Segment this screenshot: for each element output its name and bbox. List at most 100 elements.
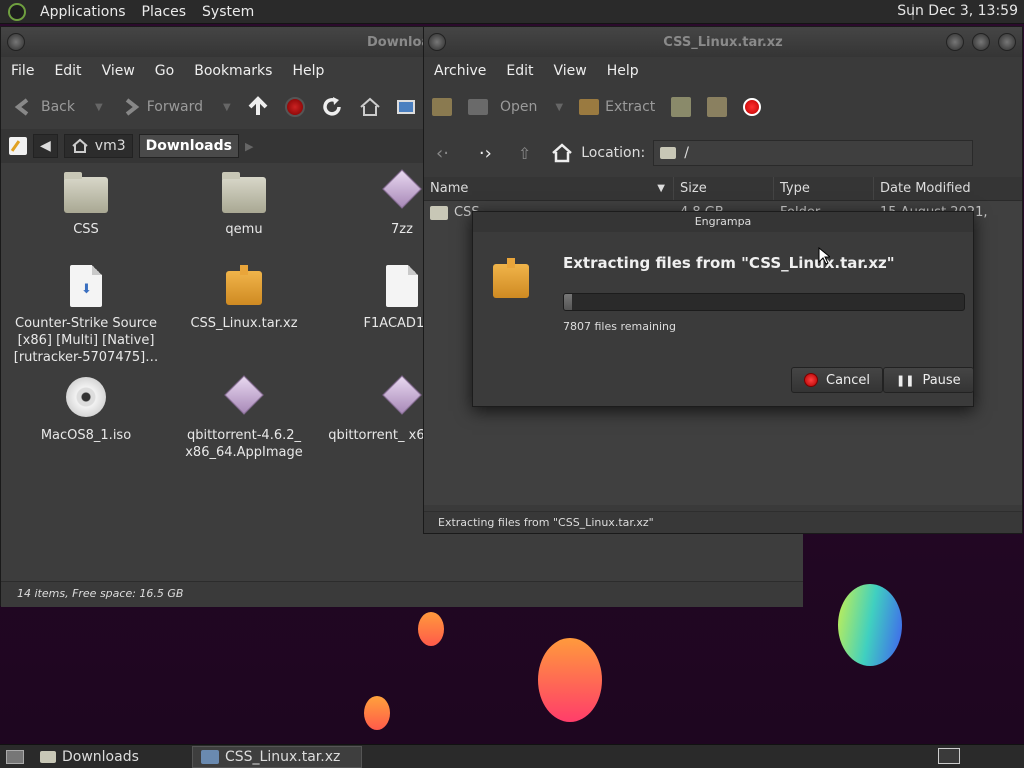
menu-edit[interactable]: Edit xyxy=(44,63,91,79)
menu-bookmarks[interactable]: Bookmarks xyxy=(184,63,282,79)
add-files-icon xyxy=(671,97,692,117)
path-right-arrow[interactable]: ▶ xyxy=(245,140,253,153)
menu-file[interactable]: File xyxy=(1,63,44,79)
executable-icon xyxy=(382,375,422,415)
pause-button[interactable]: ❚❚ Pause xyxy=(883,367,974,393)
home-icon[interactable] xyxy=(551,143,573,163)
file-item[interactable]: MacOS8_1.iso xyxy=(11,377,161,444)
back-arrow-icon xyxy=(14,98,29,116)
cancel-button[interactable]: Cancel xyxy=(791,367,884,393)
up-arrow-icon xyxy=(248,96,268,115)
menu-view[interactable]: View xyxy=(544,63,597,79)
column-name[interactable]: Name ▼ xyxy=(424,177,674,200)
dialog-title[interactable]: Engrampa xyxy=(473,212,973,232)
window-menu-icon[interactable] xyxy=(7,33,25,51)
back-button[interactable]: Back ▼ xyxy=(1,91,111,123)
breadcrumb-downloads[interactable]: Downloads xyxy=(138,134,239,158)
location-value: / xyxy=(684,145,689,161)
document-icon xyxy=(386,265,418,307)
up-button[interactable] xyxy=(239,91,277,123)
decorative-orb xyxy=(418,612,444,646)
workspace-switcher-icon[interactable] xyxy=(938,748,960,764)
column-date[interactable]: Date Modified xyxy=(874,177,1022,200)
new-archive-button[interactable] xyxy=(424,91,460,123)
file-item[interactable]: qemu xyxy=(169,171,319,238)
chevron-down-icon[interactable]: ▼ xyxy=(223,102,231,113)
decorative-orb xyxy=(838,584,902,666)
chevron-down-icon[interactable]: ▼ xyxy=(555,102,563,113)
decorative-orb xyxy=(364,696,390,730)
computer-button[interactable] xyxy=(389,91,423,123)
computer-icon xyxy=(396,100,415,114)
column-type[interactable]: Type xyxy=(774,177,874,200)
column-size[interactable]: Size xyxy=(674,177,774,200)
progress-fill xyxy=(564,294,572,310)
menu-help[interactable]: Help xyxy=(282,63,334,79)
reload-icon xyxy=(323,97,341,116)
clock[interactable]: Sun Dec 3, 13:59 xyxy=(897,3,1018,19)
archive-manager-titlebar[interactable]: CSS_Linux.tar.xz xyxy=(424,27,1022,57)
file-item[interactable]: CSS xyxy=(11,171,161,238)
back-label: Back xyxy=(41,99,75,115)
open-label: Open xyxy=(500,99,538,115)
file-item[interactable]: qbittorrent-4.6.2_ x86_64.AppImage xyxy=(169,375,319,461)
stop-button[interactable] xyxy=(735,91,769,123)
disc-image-icon xyxy=(66,377,106,417)
extract-button[interactable]: Extract xyxy=(571,91,663,123)
folder-icon xyxy=(40,750,56,763)
pause-label: Pause xyxy=(922,372,961,388)
menu-go[interactable]: Go xyxy=(145,63,184,79)
places-menu[interactable]: Places xyxy=(134,4,195,20)
menu-archive[interactable]: Archive xyxy=(424,63,496,79)
open-button[interactable]: Open ▼ xyxy=(460,91,571,123)
new-archive-icon xyxy=(432,98,452,116)
top-panel: Applications Places System Sun Dec 3, 13… xyxy=(0,0,1024,24)
file-item[interactable]: ⬇ Counter-Strike Source [x86] [Multi] [N… xyxy=(11,265,161,366)
menu-help[interactable]: Help xyxy=(597,63,649,79)
archive-icon xyxy=(226,265,262,305)
extract-progress-dialog: Engrampa Extracting files from "CSS_Linu… xyxy=(472,211,974,407)
menu-view[interactable]: View xyxy=(92,63,145,79)
archive-icon xyxy=(493,258,529,298)
breadcrumb-vm3[interactable]: vm3 xyxy=(63,134,133,158)
chevron-down-icon[interactable]: ▼ xyxy=(95,102,103,113)
add-folder-button[interactable] xyxy=(699,91,735,123)
up-arrow-icon[interactable]: ⇧ xyxy=(518,144,531,163)
stop-icon xyxy=(284,97,305,117)
mate-logo-icon[interactable] xyxy=(8,2,26,21)
taskbar-item-css-linux[interactable]: CSS_Linux.tar.xz xyxy=(192,745,362,768)
window-menu-icon[interactable] xyxy=(428,33,446,51)
forward-arrow-icon[interactable]: ·› xyxy=(479,143,492,164)
cancel-label: Cancel xyxy=(826,372,871,388)
maximize-icon[interactable] xyxy=(972,33,990,51)
stop-button[interactable] xyxy=(277,91,313,123)
show-desktop-icon[interactable] xyxy=(6,749,24,764)
window-title: CSS_Linux.tar.xz xyxy=(663,34,783,50)
folder-icon xyxy=(64,172,108,213)
minimize-icon[interactable] xyxy=(946,33,964,51)
edit-location-icon[interactable] xyxy=(9,137,27,155)
folder-icon xyxy=(430,206,448,220)
sort-down-icon: ▼ xyxy=(657,183,665,194)
applications-menu[interactable]: Applications xyxy=(32,4,134,20)
system-menu[interactable]: System xyxy=(194,4,262,20)
location-field[interactable]: / xyxy=(653,140,974,166)
stop-icon xyxy=(743,98,762,116)
back-arrow-icon[interactable]: ‹· xyxy=(436,143,449,164)
taskbar-item-downloads[interactable]: Downloads xyxy=(32,746,192,768)
pause-icon: ❚❚ xyxy=(896,373,915,387)
file-name: CSS_Linux.tar.xz xyxy=(190,316,298,331)
home-button[interactable] xyxy=(351,91,389,123)
menu-edit[interactable]: Edit xyxy=(496,63,543,79)
file-name: MacOS8_1.iso xyxy=(40,428,132,443)
archive-manager-menubar: Archive Edit View Help xyxy=(424,57,1022,85)
cancel-icon xyxy=(804,373,818,387)
close-icon[interactable] xyxy=(998,33,1016,51)
path-left-arrow[interactable]: ◀ xyxy=(33,134,58,158)
file-name: Counter-Strike Source [x86] [Multi] [Nat… xyxy=(13,316,159,365)
file-item[interactable]: CSS_Linux.tar.xz xyxy=(169,265,319,332)
add-files-button[interactable] xyxy=(663,91,699,123)
reload-button[interactable] xyxy=(313,91,351,123)
forward-button[interactable]: Forward ▼ xyxy=(111,91,239,123)
archive-manager-statusbar: Extracting files from "CSS_Linux.tar.xz" xyxy=(424,511,1022,533)
